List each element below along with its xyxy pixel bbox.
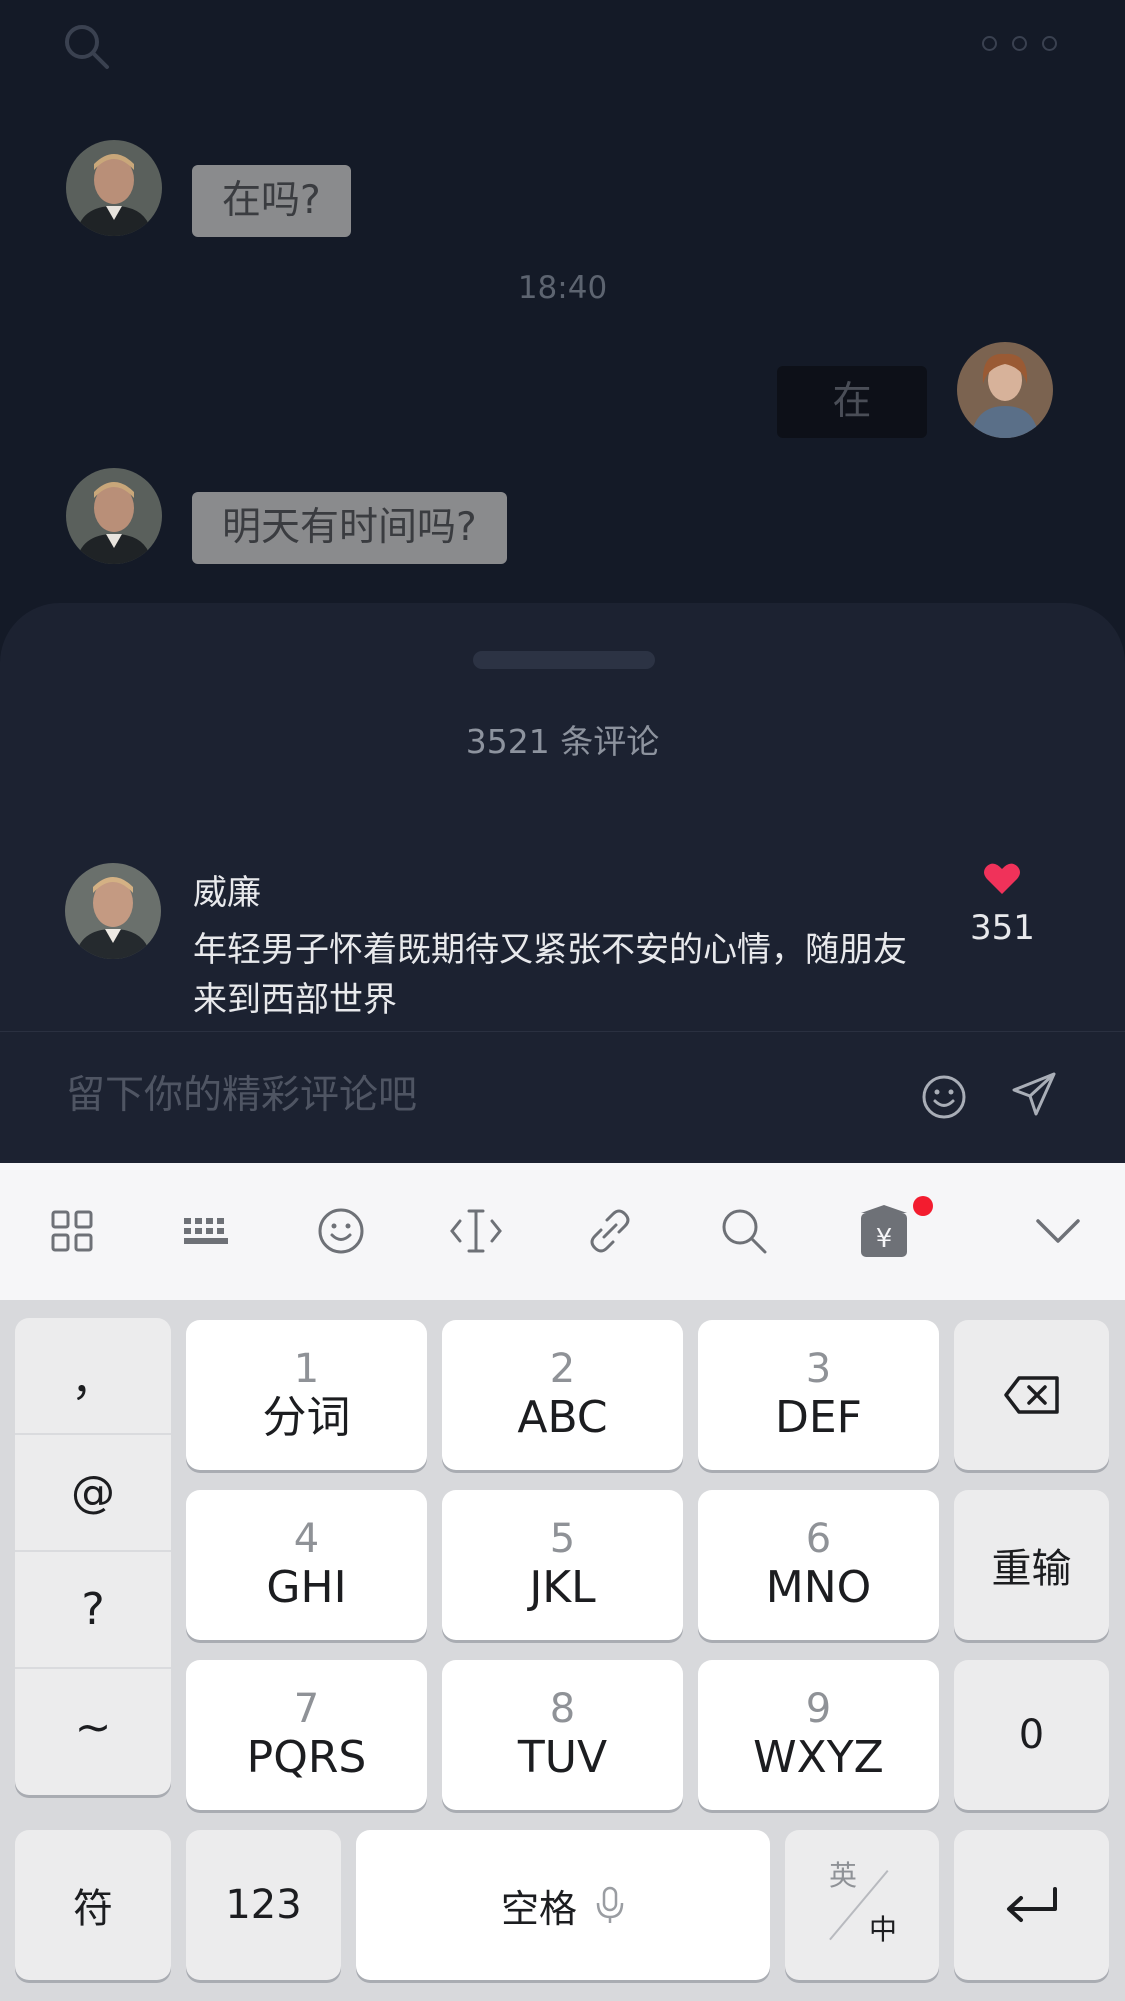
- key-letters: TUV: [517, 1732, 608, 1783]
- symbol-key[interactable]: ?: [15, 1552, 171, 1669]
- key-letters: 分词: [262, 1392, 351, 1443]
- svg-text:¥: ¥: [876, 1224, 893, 1254]
- heart-icon[interactable]: [983, 861, 1021, 899]
- key-number: 6: [805, 1516, 832, 1562]
- avatar[interactable]: [66, 140, 162, 236]
- divider: [0, 1031, 1125, 1032]
- message-bubble[interactable]: 在: [777, 366, 927, 438]
- comment-input[interactable]: [66, 1073, 866, 1118]
- collapse-icon[interactable]: [1030, 1203, 1086, 1259]
- zero-label: 0: [1018, 1712, 1045, 1758]
- key-letters: MNO: [765, 1562, 872, 1613]
- send-icon[interactable]: [1010, 1070, 1058, 1122]
- sheet-drag-handle[interactable]: [473, 651, 655, 669]
- key-letters: ABC: [517, 1392, 608, 1443]
- key-6[interactable]: 6 MNO: [698, 1490, 939, 1640]
- comment-sheet: 3521 条评论 威廉 年轻男子怀着既期待又紧张不安的心情，随朋友来到西部世界 …: [0, 603, 1125, 1163]
- message-bubble[interactable]: 在吗?: [192, 165, 351, 237]
- comment-author[interactable]: 威廉: [193, 865, 261, 914]
- language-en-label: 英: [829, 1859, 858, 1892]
- key-4[interactable]: 4 GHI: [186, 1490, 427, 1640]
- key-9[interactable]: 9 WXYZ: [698, 1660, 939, 1810]
- link-icon[interactable]: [582, 1203, 638, 1259]
- number-mode-label: 123: [225, 1882, 302, 1928]
- number-mode-key[interactable]: 123: [186, 1830, 341, 1980]
- key-letters: DEF: [775, 1392, 862, 1443]
- keyboard: ， @ ? ~ 1 分词 2 ABC 3 DEF 4 GHI 5 JKL 6 M…: [0, 1300, 1125, 2001]
- symbol-mode-key[interactable]: 符: [15, 1830, 171, 1980]
- retype-label: 重输: [991, 1546, 1072, 1592]
- enter-icon: [1006, 1887, 1057, 1922]
- key-number: 7: [293, 1686, 320, 1732]
- key-number: 9: [805, 1686, 832, 1732]
- retype-key[interactable]: 重输: [954, 1490, 1109, 1640]
- key-number: 2: [549, 1346, 576, 1392]
- key-5[interactable]: 5 JKL: [442, 1490, 683, 1640]
- cursor-icon[interactable]: [448, 1203, 504, 1259]
- emoji-icon[interactable]: [920, 1073, 968, 1125]
- key-letters: PQRS: [246, 1732, 367, 1783]
- space-key[interactable]: 空格: [356, 1830, 770, 1980]
- key-number: 3: [805, 1346, 832, 1392]
- message-timestamp: 18:40: [517, 270, 608, 306]
- emoji-icon[interactable]: [313, 1203, 369, 1259]
- key-letters: JKL: [529, 1562, 596, 1613]
- keyboard-toolbar: ¥: [0, 1163, 1125, 1300]
- microphone-icon: [596, 1886, 624, 1923]
- key-7[interactable]: 7 PQRS: [186, 1660, 427, 1810]
- key-8[interactable]: 8 TUV: [442, 1660, 683, 1810]
- key-letters: GHI: [266, 1562, 347, 1613]
- notification-badge: [913, 1196, 933, 1216]
- key-2[interactable]: 2 ABC: [442, 1320, 683, 1470]
- symbol-mode-label: 符: [73, 1886, 113, 1932]
- like-count: 351: [970, 908, 1035, 948]
- red-packet-icon[interactable]: ¥: [856, 1203, 912, 1259]
- backspace-icon: [1003, 1376, 1059, 1414]
- key-number: 5: [549, 1516, 576, 1562]
- comment-avatar[interactable]: [65, 863, 161, 959]
- key-3[interactable]: 3 DEF: [698, 1320, 939, 1470]
- key-letters: WXYZ: [753, 1732, 884, 1783]
- grid-icon[interactable]: [44, 1203, 100, 1259]
- more-icon[interactable]: [982, 36, 1057, 51]
- symbol-key[interactable]: ，: [15, 1318, 171, 1435]
- key-number: 8: [549, 1686, 576, 1732]
- symbol-column[interactable]: ， @ ? ~: [15, 1318, 171, 1795]
- backspace-key[interactable]: [954, 1320, 1109, 1470]
- chat-background: 在吗? 18:40 在 明天有时间吗?: [0, 0, 1125, 620]
- message-bubble[interactable]: 明天有时间吗?: [192, 492, 507, 564]
- comment-count-title: 3521 条评论: [465, 722, 660, 761]
- zero-key[interactable]: 0: [954, 1660, 1109, 1810]
- symbol-key[interactable]: ~: [15, 1669, 171, 1786]
- avatar[interactable]: [66, 468, 162, 564]
- comment-text: 年轻男子怀着既期待又紧张不安的心情，随朋友来到西部世界: [193, 930, 907, 1020]
- language-zh-label: 中: [869, 1913, 898, 1946]
- search-icon[interactable]: [62, 22, 112, 76]
- space-label: 空格: [500, 1886, 577, 1931]
- key-number: 1: [293, 1346, 320, 1392]
- key-1[interactable]: 1 分词: [186, 1320, 427, 1470]
- avatar[interactable]: [957, 342, 1053, 438]
- keyboard-icon[interactable]: [178, 1203, 234, 1259]
- language-switch-key[interactable]: 英 中: [785, 1830, 939, 1980]
- enter-key[interactable]: [954, 1830, 1109, 1980]
- symbol-key[interactable]: @: [15, 1435, 171, 1552]
- key-number: 4: [293, 1516, 320, 1562]
- search-icon[interactable]: [716, 1203, 772, 1259]
